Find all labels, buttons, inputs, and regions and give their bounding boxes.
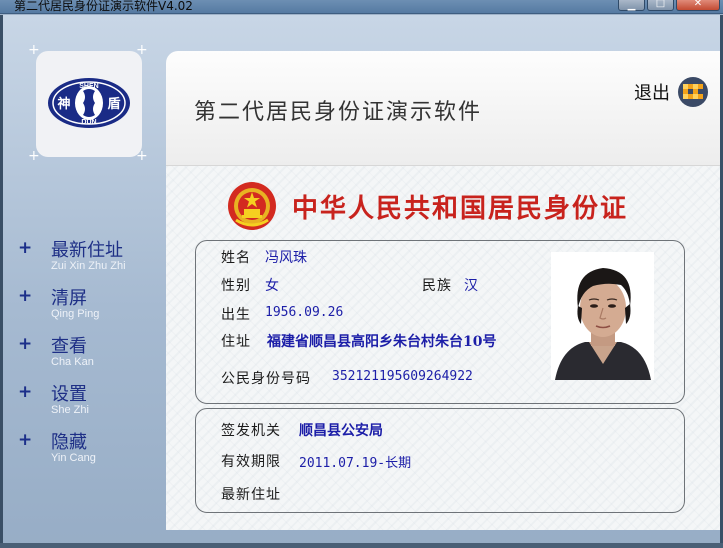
maximize-button[interactable]: □ xyxy=(647,0,674,11)
name-value: 冯风珠 xyxy=(265,250,307,266)
menu-item-label: 查看 xyxy=(51,336,87,357)
sex-label: 性别 xyxy=(221,278,251,294)
menu-item-latest-address[interactable]: + 最新住址 Zui Xin Zhu Zhi xyxy=(18,236,168,284)
close-button[interactable]: ✕ xyxy=(676,0,720,11)
exit-label: 退出 xyxy=(634,83,670,104)
window-title: 第二代居民身份证演示软件V4.02 xyxy=(14,0,193,13)
header-panel: 第二代居民身份证演示软件 退出 xyxy=(166,51,720,166)
validity-label: 有效期限 xyxy=(221,454,281,470)
logo-text-top: SHEN xyxy=(79,83,98,90)
close-icon: ✕ xyxy=(693,0,703,9)
minimize-button[interactable]: ▁ xyxy=(618,0,645,11)
menu-item-hide[interactable]: + 隐藏 Yin Cang xyxy=(18,428,168,476)
menu-item-label: 清屏 xyxy=(51,288,87,309)
menu-item-label: 设置 xyxy=(51,384,87,405)
menu-item-pinyin: Zui Xin Zhu Zhi xyxy=(51,260,126,272)
logo-panel: SHEN DUN 神 盾 xyxy=(36,51,142,157)
app-title: 第二代居民身份证演示软件 xyxy=(194,100,483,125)
plus-icon: + xyxy=(18,382,33,402)
birth-label: 出生 xyxy=(221,307,251,323)
address-label: 住址 xyxy=(221,334,251,350)
card-title: 中华人民共和国居民身份证 xyxy=(292,194,629,224)
validity-value: 2011.07.19-长期 xyxy=(299,456,412,471)
menu-item-label: 隐藏 xyxy=(51,432,87,453)
exit-checker-icon xyxy=(678,77,708,107)
side-menu: + 最新住址 Zui Xin Zhu Zhi + 清屏 Qing Ping + … xyxy=(18,236,168,476)
menu-item-settings[interactable]: + 设置 She Zhi xyxy=(18,380,168,428)
menu-item-view[interactable]: + 查看 Cha Kan xyxy=(18,332,168,380)
shendun-logo-icon: SHEN DUN 神 盾 xyxy=(48,78,130,128)
window-bottom-border xyxy=(0,543,723,548)
ethnicity-value: 汉 xyxy=(464,278,478,294)
ethnicity-label: 民族 xyxy=(422,278,452,294)
plus-icon: + xyxy=(18,238,33,258)
id-card-panel: 中华人民共和国居民身份证 姓名 冯风珠 性别 女 民族 汉 出生 1956.09… xyxy=(166,166,720,530)
maximize-icon: □ xyxy=(655,0,666,9)
id-number-value: 352121195609264922 xyxy=(332,369,473,384)
logo-text-bottom: DUN xyxy=(81,119,96,126)
sex-value: 女 xyxy=(265,278,279,294)
name-label: 姓名 xyxy=(221,250,251,266)
exit-button[interactable]: 退出 xyxy=(634,77,708,107)
id-number-label: 公民身份号码 xyxy=(221,371,311,387)
menu-item-pinyin: Qing Ping xyxy=(51,308,100,320)
plus-icon: + xyxy=(18,286,33,306)
window-titlebar[interactable]: 第二代居民身份证演示软件V4.02 ▁ □ ✕ xyxy=(0,0,723,14)
menu-item-pinyin: Yin Cang xyxy=(51,452,96,464)
menu-item-pinyin: Cha Kan xyxy=(51,356,94,368)
issuer-value: 顺昌县公安局 xyxy=(299,423,383,439)
portrait-photo-icon xyxy=(551,252,654,380)
issuer-label: 签发机关 xyxy=(221,423,281,439)
menu-item-label: 最新住址 xyxy=(51,240,123,261)
address-value: 福建省顺昌县高阳乡朱台村朱台10号 xyxy=(267,334,497,350)
minimize-icon: ▁ xyxy=(627,0,636,11)
menu-item-pinyin: She Zhi xyxy=(51,404,89,416)
plus-icon: + xyxy=(18,430,33,450)
menu-item-clear-screen[interactable]: + 清屏 Qing Ping xyxy=(18,284,168,332)
latest-address-label: 最新住址 xyxy=(221,487,281,503)
logo-text-right: 盾 xyxy=(107,96,120,112)
window-controls: ▁ □ ✕ xyxy=(618,0,720,12)
national-emblem-icon xyxy=(228,182,276,230)
logo-text-left: 神 xyxy=(57,96,70,112)
plus-icon: + xyxy=(18,334,33,354)
birth-value: 1956.09.26 xyxy=(265,305,344,320)
